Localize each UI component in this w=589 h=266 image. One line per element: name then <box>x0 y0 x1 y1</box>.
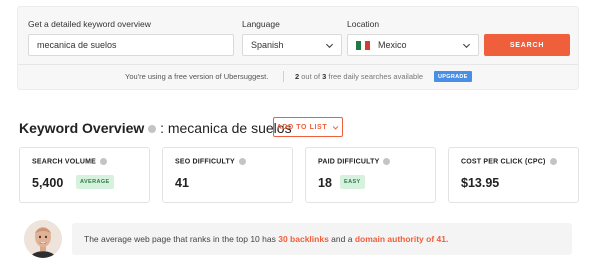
backlinks-count: 30 backlinks <box>278 234 329 244</box>
location-label: Location <box>347 19 380 29</box>
free-version-bar: You're using a free version of Ubersugge… <box>18 70 578 84</box>
divider <box>18 64 578 65</box>
keyword-input[interactable]: mecanica de suelos <box>28 34 234 56</box>
metric-card-cpc: COST PER CLICK (CPC) $13.95 <box>448 147 579 203</box>
keyword-label: Get a detailed keyword overview <box>28 19 151 29</box>
difficulty-badge: AVERAGE <box>76 175 114 189</box>
metric-card-seo-difficulty: SEO DIFFICULTY 41 <box>162 147 293 203</box>
location-select[interactable]: Mexico <box>347 34 479 56</box>
language-value: Spanish <box>251 40 284 50</box>
difficulty-badge: EASY <box>340 175 365 189</box>
search-panel: Get a detailed keyword overview mecanica… <box>17 6 579 90</box>
info-icon[interactable] <box>549 158 557 165</box>
location-value: Mexico <box>378 40 407 50</box>
info-icon[interactable] <box>100 158 108 165</box>
metric-label: SEO DIFFICULTY <box>175 158 246 165</box>
search-button[interactable]: SEARCH <box>484 34 570 56</box>
metric-label: COST PER CLICK (CPC) <box>461 158 557 165</box>
language-label: Language <box>242 19 280 29</box>
domain-authority: domain authority of 41. <box>354 234 449 244</box>
free-version-message: You're using a free version of Ubersugge… <box>125 72 269 81</box>
metric-label: PAID DIFFICULTY <box>318 158 391 165</box>
language-select[interactable]: Spanish <box>242 34 342 56</box>
searches-remaining: 2 out of 3 free daily searches available <box>295 72 424 81</box>
metric-value: 41 <box>175 176 189 190</box>
upgrade-button[interactable]: UPGRADE <box>434 71 472 82</box>
overview-heading: Keyword Overview <box>19 120 145 136</box>
info-icon[interactable] <box>148 125 157 134</box>
avatar <box>24 220 62 258</box>
metric-value: 5,400 <box>32 176 64 190</box>
page-title: Keyword Overview : mecanica de suelos <box>19 120 292 136</box>
divider <box>283 71 284 82</box>
info-icon[interactable] <box>383 158 391 165</box>
chevron-down-icon <box>332 125 339 130</box>
metric-card-paid-difficulty: PAID DIFFICULTY 18 EASY <box>305 147 436 203</box>
info-icon[interactable] <box>238 158 246 165</box>
overview-keyword: : mecanica de suelos <box>160 120 292 136</box>
metric-card-search-volume: SEARCH VOLUME 5,400 AVERAGE <box>19 147 150 203</box>
mexico-flag-icon <box>356 40 370 50</box>
metric-value: 18 <box>318 176 332 190</box>
chevron-down-icon <box>325 43 334 49</box>
keyword-input-value: mecanica de suelos <box>37 40 117 50</box>
metric-label: SEARCH VOLUME <box>32 158 108 165</box>
metric-value: $13.95 <box>461 176 500 190</box>
add-to-list-label: ADD TO LIST <box>276 123 328 131</box>
chevron-down-icon <box>462 43 471 49</box>
backlinks-tip: The average web page that ranks in the t… <box>72 223 572 255</box>
add-to-list-button[interactable]: ADD TO LIST <box>273 117 343 137</box>
